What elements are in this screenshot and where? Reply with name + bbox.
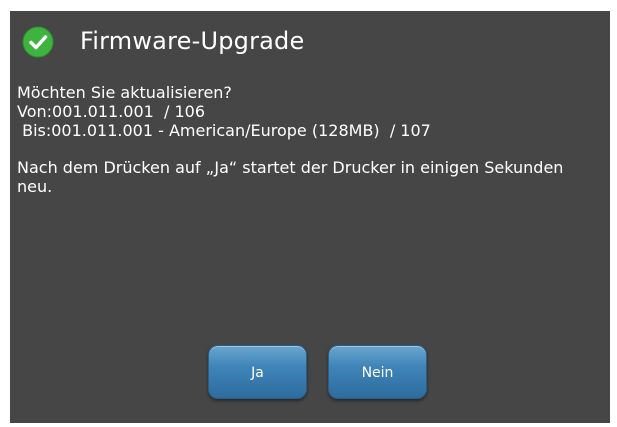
firmware-upgrade-dialog: Firmware-Upgrade Möchten Sie aktualisier… — [10, 11, 610, 423]
dialog-message: Möchten Sie aktualisieren? Von:001.011.0… — [17, 83, 603, 196]
dialog-title: Firmware-Upgrade — [80, 27, 305, 55]
restart-note: Nach dem Drücken auf „Ja“ startet der Dr… — [17, 158, 564, 196]
no-button[interactable]: Nein — [328, 345, 427, 399]
title-bar: Firmware-Upgrade — [10, 11, 610, 71]
to-version-line: Bis:001.011.001 - American/Europe (128MB… — [17, 121, 431, 140]
from-version-line: Von:001.011.001 / 106 — [17, 102, 205, 121]
check-circle-icon — [22, 26, 54, 58]
question-line: Möchten Sie aktualisieren? — [17, 83, 232, 102]
yes-button[interactable]: Ja — [208, 345, 307, 399]
